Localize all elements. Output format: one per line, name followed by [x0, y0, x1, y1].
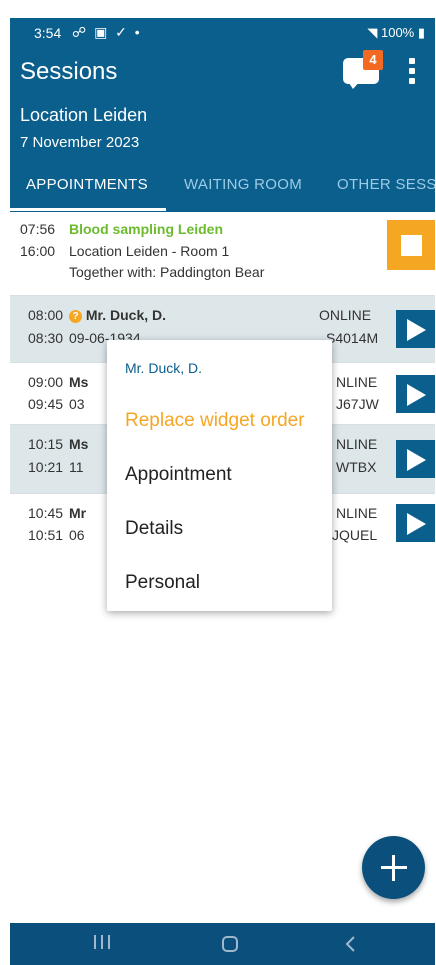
menu-item-appointment[interactable]: Appointment [125, 464, 232, 486]
tab-bar: APPOINTMENTS WAITING ROOM OTHER SESS [10, 168, 435, 212]
appointment-start: 10:15 [28, 436, 64, 452]
system-nav-bar [10, 923, 435, 965]
stop-icon [401, 235, 422, 256]
appointment-start: 09:00 [28, 374, 64, 390]
session-together: Together with: Paddington Bear [69, 264, 265, 280]
battery-icon: ▮ [414, 25, 425, 40]
start-appointment-button[interactable] [396, 440, 435, 478]
session-row[interactable]: 07:56 Blood sampling Leiden 16:00 Locati… [10, 212, 435, 296]
context-menu: Mr. Duck, D. Replace widget order Appoin… [107, 340, 332, 611]
menu-item-personal[interactable]: Personal [125, 572, 200, 594]
location-label: Location Leiden [20, 105, 148, 125]
appointment-mode: ONLINE [319, 307, 372, 323]
signal-icon: ◥ [367, 25, 381, 40]
messages-count-badge: 4 [363, 50, 383, 70]
phone-screen: 3:54 ☍ ▣ ✓ • ◥ 100% ▮ Sessions 4 Locatio… [10, 18, 435, 965]
play-icon [407, 384, 426, 406]
appointment-name: Ms [69, 374, 89, 390]
session-start: 07:56 [20, 221, 56, 237]
appointment-mode: NLINE [336, 374, 378, 390]
appointment-name: Mr [69, 505, 87, 521]
battery-percent: 100% [380, 25, 415, 40]
date-label: 7 November 2023 [20, 134, 140, 151]
warning-icon: ? [69, 310, 82, 323]
appointment-code: JQUEL [332, 527, 378, 543]
tab-other-sessions[interactable]: OTHER SESS [337, 176, 435, 193]
start-appointment-button[interactable] [396, 504, 435, 542]
start-appointment-button[interactable] [396, 375, 435, 413]
status-bar: 3:54 ☍ ▣ ✓ • ◥ 100% ▮ [10, 18, 435, 46]
chat-icon-tail [347, 80, 361, 89]
home-icon[interactable] [222, 936, 238, 952]
appointment-code: S4014M [326, 330, 379, 346]
stop-session-button[interactable] [387, 220, 435, 270]
overflow-menu-icon[interactable] [402, 56, 422, 88]
play-icon [407, 449, 426, 471]
appointment-mode: NLINE [336, 436, 378, 452]
active-tab-indicator [10, 208, 166, 211]
notification-icons: ☍ ▣ ✓ • [72, 24, 142, 40]
status-time: 3:54 [34, 25, 62, 41]
appointment-code: J67JW [336, 396, 379, 412]
appointment-dob: 06 [69, 527, 85, 543]
appointment-end: 10:51 [28, 527, 64, 543]
menu-item-details[interactable]: Details [125, 518, 183, 540]
start-appointment-button[interactable] [396, 310, 435, 348]
session-room: Location Leiden - Room 1 [69, 243, 230, 259]
context-menu-title: Mr. Duck, D. [125, 360, 203, 376]
back-icon[interactable] [344, 935, 356, 958]
appointment-mode: NLINE [336, 505, 378, 521]
session-end: 16:00 [20, 243, 56, 259]
play-icon [407, 319, 426, 341]
appointment-name: Ms [69, 436, 89, 452]
appointment-dob: 03 [69, 396, 85, 412]
page-title: Sessions [20, 58, 118, 85]
add-button[interactable] [362, 836, 425, 899]
appointment-code: WTBX [336, 459, 377, 475]
messages-button[interactable]: 4 [341, 50, 383, 89]
appointment-start: 08:00 [28, 307, 64, 323]
battery-status: ◥ 100% ▮ [367, 25, 425, 41]
tab-appointments[interactable]: APPOINTMENTS [26, 176, 148, 193]
recents-icon[interactable] [94, 935, 115, 954]
play-icon [407, 513, 426, 535]
tab-waiting-room[interactable]: WAITING ROOM [184, 176, 302, 193]
appointment-dob: 11 [69, 459, 84, 475]
appointment-end: 10:21 [28, 459, 64, 475]
session-title: Blood sampling Leiden [69, 221, 224, 237]
appointment-start: 10:45 [28, 505, 64, 521]
appointment-name: ? Mr. Duck, D. [69, 307, 166, 323]
appointment-end: 09:45 [28, 396, 64, 412]
appointment-end: 08:30 [28, 330, 64, 346]
menu-item-replace-widget-order[interactable]: Replace widget order [125, 410, 305, 432]
app-header: 3:54 ☍ ▣ ✓ • ◥ 100% ▮ Sessions 4 Locatio… [10, 18, 435, 212]
